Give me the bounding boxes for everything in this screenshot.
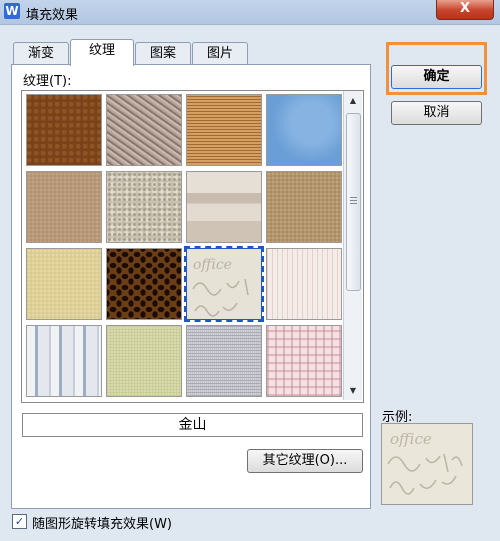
texture-leopard[interactable] (106, 248, 182, 320)
tab-picture[interactable]: 图片 (192, 42, 248, 65)
window-title: 填充效果 (26, 8, 79, 23)
scroll-down-arrow-icon[interactable]: ▼ (344, 383, 362, 399)
scroll-up-arrow-icon[interactable]: ▲ (344, 93, 362, 109)
kingsoft-texture-preview: office (382, 424, 472, 504)
texture-scrollbar[interactable]: ▲ ▼ (343, 91, 362, 400)
more-textures-button[interactable]: 其它纹理(O)... (247, 449, 363, 473)
title-bar: W 填充效果 X (0, 0, 500, 25)
svg-text:office: office (193, 257, 232, 273)
texture-kingsoft[interactable]: office (184, 246, 264, 322)
tab-texture[interactable]: 纹理 (70, 39, 134, 66)
texture-grey-weave[interactable] (186, 325, 262, 397)
tab-pattern[interactable]: 图案 (135, 42, 191, 65)
close-button[interactable]: X (436, 0, 494, 20)
texture-pink-lines[interactable] (266, 248, 342, 320)
texture-grey-stripes[interactable] (186, 171, 262, 243)
texture-woven-burlap[interactable] (186, 94, 262, 166)
tab-gradient[interactable]: 渐变 (13, 42, 69, 65)
texture-yellow-paper[interactable] (26, 248, 102, 320)
ok-highlight-frame (386, 42, 487, 95)
texture-green-mesh[interactable] (106, 325, 182, 397)
texture-label: 纹理(T): (23, 74, 72, 89)
wps-writer-icon: W (4, 3, 20, 19)
texture-sand-paper[interactable] (26, 171, 102, 243)
cancel-button[interactable]: 取消 (391, 101, 482, 125)
texture-brown-leather[interactable] (26, 94, 102, 166)
rotate-with-shape-checkbox[interactable]: ✓ (12, 514, 27, 529)
preview-box: office (381, 423, 473, 505)
texture-crumpled-paper[interactable] (106, 94, 182, 166)
rotate-with-shape-label[interactable]: 随图形旋转填充效果(W) (32, 513, 172, 532)
texture-cork[interactable] (266, 171, 342, 243)
texture-grid: office (21, 90, 364, 403)
texture-blue-stone[interactable] (266, 94, 342, 166)
texture-blue-stripes[interactable] (26, 325, 102, 397)
scrollbar-thumb[interactable] (346, 113, 361, 291)
texture-pink-plaid[interactable] (266, 325, 342, 397)
preview-sample-text: office (390, 430, 432, 448)
texture-name-display: 金山 (22, 413, 363, 437)
texture-granite[interactable] (106, 171, 182, 243)
grip-icon (350, 197, 357, 206)
